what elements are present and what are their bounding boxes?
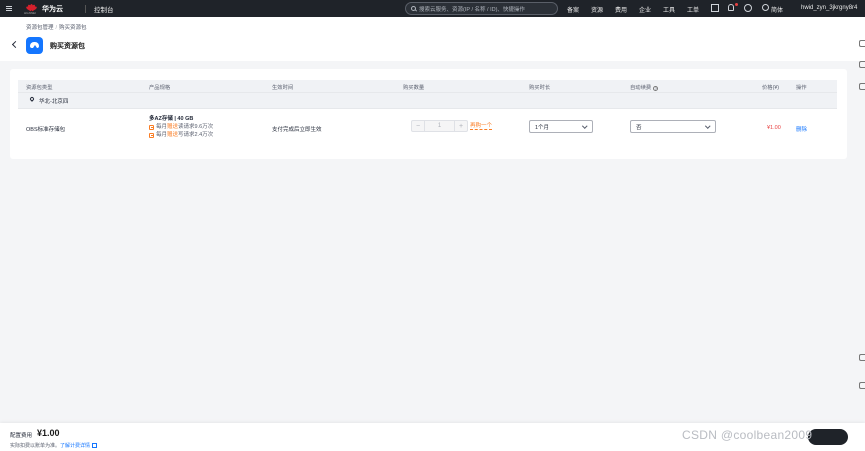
decrement-button[interactable]: −	[412, 123, 424, 130]
spec-title: 多AZ存储 | 40 GB	[149, 116, 194, 122]
package-table: 资源包类型 产品规格 生效时间 购买数量 购买时长 自动续费? 价格(¥) 操作…	[18, 80, 837, 148]
username-menu[interactable]: hwid_zyn_3jkrgny8r4	[801, 5, 857, 11]
side-tool-icon[interactable]	[859, 382, 865, 389]
auto-renew-value: 否	[636, 125, 642, 131]
buy-one-more-link[interactable]: 再购一个	[470, 121, 493, 130]
header-quantity: 购买数量	[403, 85, 425, 91]
watermark: CSDN @coolbean2009	[682, 428, 813, 442]
fee-note: 实际扣费以账单为准。了解计费详情	[10, 442, 98, 449]
notification-dot	[735, 3, 738, 6]
region-name: 华北-北京四	[39, 99, 69, 105]
row-price: ¥1.00	[767, 125, 781, 131]
billing-details-link[interactable]: 了解计费详情	[60, 443, 90, 449]
header-duration: 购买时长	[529, 85, 551, 91]
side-tool-icon[interactable]	[859, 354, 865, 361]
hamburger-menu-icon[interactable]	[6, 6, 12, 11]
nav-link-resources[interactable]: 资源	[591, 5, 603, 14]
brand-name[interactable]: 华为云	[42, 4, 63, 14]
side-tool-icon[interactable]	[859, 83, 865, 90]
fee-value: ¥1.00	[37, 428, 60, 438]
product-spec: 多AZ存储 | 40 GB 每月 赠送 读请求9.6万次 每月 赠送 写请求2.4万次	[149, 115, 213, 139]
gift-icon	[149, 124, 154, 130]
submit-button[interactable]	[808, 429, 848, 445]
header-auto-renew: 自动续费?	[630, 85, 659, 91]
back-arrow-icon[interactable]	[11, 40, 20, 49]
effective-time: 支付完成后立即生效	[272, 127, 322, 133]
gift-icon	[149, 132, 154, 138]
breadcrumb-current: 购买资源包	[59, 25, 87, 31]
breadcrumb-separator: /	[55, 25, 58, 31]
nav-link-tools[interactable]: 工具	[663, 5, 675, 14]
header-spec: 产品规格	[149, 85, 171, 91]
fee-label: 配置费用	[10, 433, 33, 439]
package-type: OBS标准存储包	[26, 127, 66, 133]
page-header: 资源包管理 / 购买资源包 购买资源包	[0, 17, 865, 61]
table-header: 资源包类型 产品规格 生效时间 购买数量 购买时长 自动续费? 价格(¥) 操作	[18, 80, 837, 92]
globe-icon[interactable]	[762, 4, 769, 11]
nav-link-billing[interactable]: 费用	[615, 5, 627, 14]
topbar-divider	[85, 4, 86, 13]
chevron-down-icon	[704, 122, 710, 128]
notification-bell-icon[interactable]	[728, 4, 734, 11]
quantity-input[interactable]: 1	[424, 121, 455, 131]
side-tool-icon[interactable]	[859, 40, 865, 47]
quantity-stepper[interactable]: − 1 +	[411, 120, 468, 132]
external-link-icon[interactable]	[92, 443, 98, 448]
chevron-down-icon	[581, 122, 587, 128]
spec-line: 每月 赠送 读请求9.6万次	[149, 123, 213, 131]
header-action: 操作	[796, 85, 807, 91]
side-tool-icon[interactable]	[859, 61, 865, 68]
increment-button[interactable]: +	[455, 123, 467, 130]
package-card: 资源包类型 产品规格 生效时间 购买数量 购买时长 自动续费? 价格(¥) 操作…	[10, 69, 847, 159]
resource-package-icon	[26, 37, 43, 54]
page-title: 购买资源包	[50, 43, 85, 50]
language-switch[interactable]: 简体	[771, 5, 783, 14]
location-pin-icon	[29, 96, 35, 102]
search-placeholder: 搜索云服务、资源(IP / 名称 / ID)、快捷操作	[419, 6, 525, 13]
region-group-row: 华北-北京四	[18, 92, 837, 108]
breadcrumb: 资源包管理 / 购买资源包	[26, 23, 87, 31]
duration-value: 1个月	[535, 125, 550, 131]
logo-caption: HUAWEI	[24, 11, 36, 15]
delete-link[interactable]: 删除	[796, 125, 807, 133]
terminal-icon[interactable]	[711, 4, 719, 12]
table-row: OBS标准存储包 多AZ存储 | 40 GB 每月 赠送 读请求9.6万次 每月 赠送…	[18, 108, 837, 148]
breadcrumb-parent-link[interactable]: 资源包管理	[26, 25, 54, 31]
search-icon	[411, 6, 416, 11]
header-effective: 生效时间	[272, 85, 294, 91]
question-icon[interactable]: ?	[653, 86, 659, 91]
nav-link-tickets[interactable]: 工单	[687, 5, 699, 14]
nav-link-enterprise[interactable]: 企业	[639, 5, 651, 14]
global-search-input[interactable]: 搜索云服务、资源(IP / 名称 / ID)、快捷操作	[405, 2, 558, 15]
header-price: 价格(¥)	[762, 85, 780, 91]
spec-line: 每月 赠送 写请求2.4万次	[149, 131, 213, 139]
auto-renew-select[interactable]: 否	[630, 120, 716, 133]
header-type: 资源包类型	[26, 85, 53, 91]
console-link[interactable]: 控制台	[94, 4, 114, 14]
duration-select[interactable]: 1个月	[529, 120, 593, 133]
nav-link-filing[interactable]: 备案	[567, 5, 579, 14]
help-icon[interactable]	[744, 4, 752, 12]
